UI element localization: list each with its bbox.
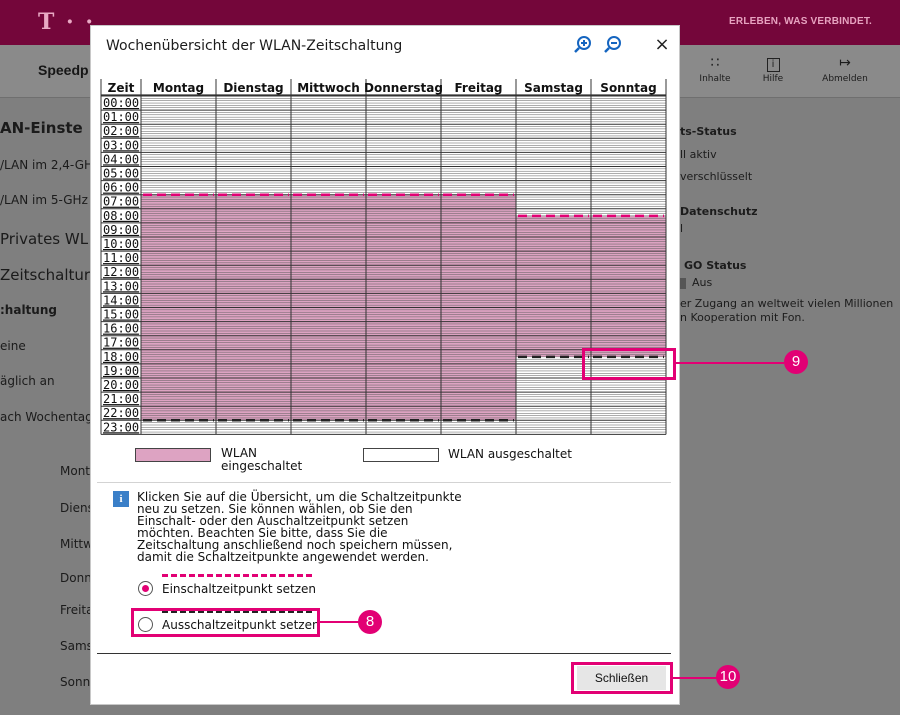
time-label: 12:00 bbox=[103, 265, 139, 279]
time-label: 01:00 bbox=[103, 110, 139, 124]
column-header-mittwoch: Mittwoch bbox=[297, 81, 360, 95]
callout-frame-8 bbox=[131, 608, 320, 637]
time-label: 23:00 bbox=[103, 420, 139, 434]
time-label: 09:00 bbox=[103, 223, 139, 237]
time-label: 14:00 bbox=[103, 293, 139, 307]
time-label: 20:00 bbox=[103, 378, 139, 392]
divider bbox=[97, 482, 671, 483]
time-label: 06:00 bbox=[103, 181, 139, 195]
column-header-freitag: Freitag bbox=[454, 81, 502, 95]
time-label: 22:00 bbox=[103, 406, 139, 420]
on-dash-sample bbox=[162, 574, 312, 577]
legend-off-swatch bbox=[363, 448, 439, 462]
column-header-dienstag: Dienstag bbox=[223, 81, 283, 95]
time-label: 17:00 bbox=[103, 336, 139, 350]
radio-set-on-time-label[interactable]: Einschaltzeitpunkt setzen bbox=[162, 582, 316, 596]
info-text: Klicken Sie auf die Übersicht, um die Sc… bbox=[137, 490, 462, 564]
callout-badge-9: 9 bbox=[784, 350, 808, 374]
callout-line-9 bbox=[676, 362, 784, 364]
time-label: 02:00 bbox=[103, 124, 139, 138]
radio-set-on-time[interactable] bbox=[138, 581, 153, 596]
callout-badge-10: 10 bbox=[716, 665, 740, 689]
time-label: 16:00 bbox=[103, 322, 139, 336]
time-label: 00:00 bbox=[103, 96, 139, 110]
time-label: 03:00 bbox=[103, 138, 139, 152]
column-header-donnerstag: Donnerstag bbox=[364, 81, 443, 95]
time-label: 15:00 bbox=[103, 308, 139, 322]
column-header-montag: Montag bbox=[153, 81, 204, 95]
time-label: 04:00 bbox=[103, 152, 139, 166]
time-label: 07:00 bbox=[103, 195, 139, 209]
column-header-sonntag: Sonntag bbox=[600, 81, 656, 95]
callout-frame-9 bbox=[582, 348, 676, 380]
callout-badge-8: 8 bbox=[358, 610, 382, 634]
time-label: 21:00 bbox=[103, 392, 139, 406]
column-header-zeit: Zeit bbox=[108, 81, 135, 95]
time-label: 13:00 bbox=[103, 279, 139, 293]
time-label: 08:00 bbox=[103, 209, 139, 223]
legend-off-label: WLAN ausgeschaltet bbox=[448, 447, 572, 461]
column-header-samstag: Samstag bbox=[524, 81, 583, 95]
info-icon: i bbox=[113, 491, 129, 507]
callout-line-8 bbox=[320, 621, 360, 623]
footer-divider bbox=[97, 653, 671, 654]
time-label: 05:00 bbox=[103, 167, 139, 181]
legend-on-label: WLAN eingeschaltet bbox=[221, 446, 303, 473]
callout-line-10 bbox=[673, 677, 718, 679]
callout-frame-10 bbox=[571, 662, 673, 694]
time-label: 18:00 bbox=[103, 350, 139, 364]
time-label: 11:00 bbox=[103, 251, 139, 265]
time-label: 10:00 bbox=[103, 237, 139, 251]
legend-on-swatch bbox=[135, 448, 211, 462]
time-label: 19:00 bbox=[103, 364, 139, 378]
